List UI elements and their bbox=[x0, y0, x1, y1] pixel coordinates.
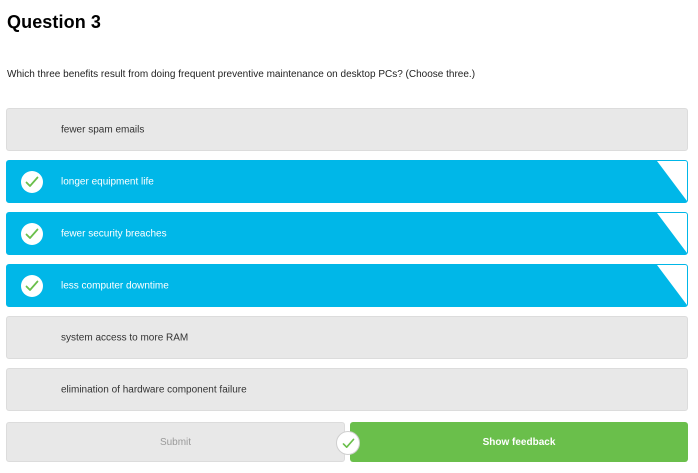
option-item[interactable]: less computer downtime bbox=[6, 264, 688, 307]
option-item[interactable]: longer equipment life bbox=[6, 160, 688, 203]
show-feedback-button[interactable]: Show feedback bbox=[350, 422, 688, 462]
option-item[interactable]: fewer security breaches bbox=[6, 212, 688, 255]
option-label: system access to more RAM bbox=[61, 332, 189, 343]
option-item[interactable]: elimination of hardware component failur… bbox=[6, 368, 688, 411]
answer-options: fewer spam emails longer equipment life … bbox=[6, 108, 688, 420]
question-title: Question 3 bbox=[7, 12, 102, 32]
option-item[interactable]: system access to more RAM bbox=[6, 316, 688, 359]
check-icon bbox=[21, 170, 43, 193]
result-check-icon bbox=[336, 431, 360, 455]
question-prompt: Which three benefits result from doing f… bbox=[7, 69, 476, 80]
option-label: less computer downtime bbox=[61, 280, 169, 291]
option-label: fewer security breaches bbox=[61, 228, 167, 239]
check-icon bbox=[21, 274, 43, 297]
check-icon bbox=[21, 222, 43, 245]
submit-button[interactable]: Submit bbox=[6, 422, 345, 462]
option-label: elimination of hardware component failur… bbox=[61, 384, 247, 395]
option-label: fewer spam emails bbox=[61, 124, 145, 135]
option-item[interactable]: fewer spam emails bbox=[6, 108, 688, 151]
option-label: longer equipment life bbox=[61, 176, 154, 187]
